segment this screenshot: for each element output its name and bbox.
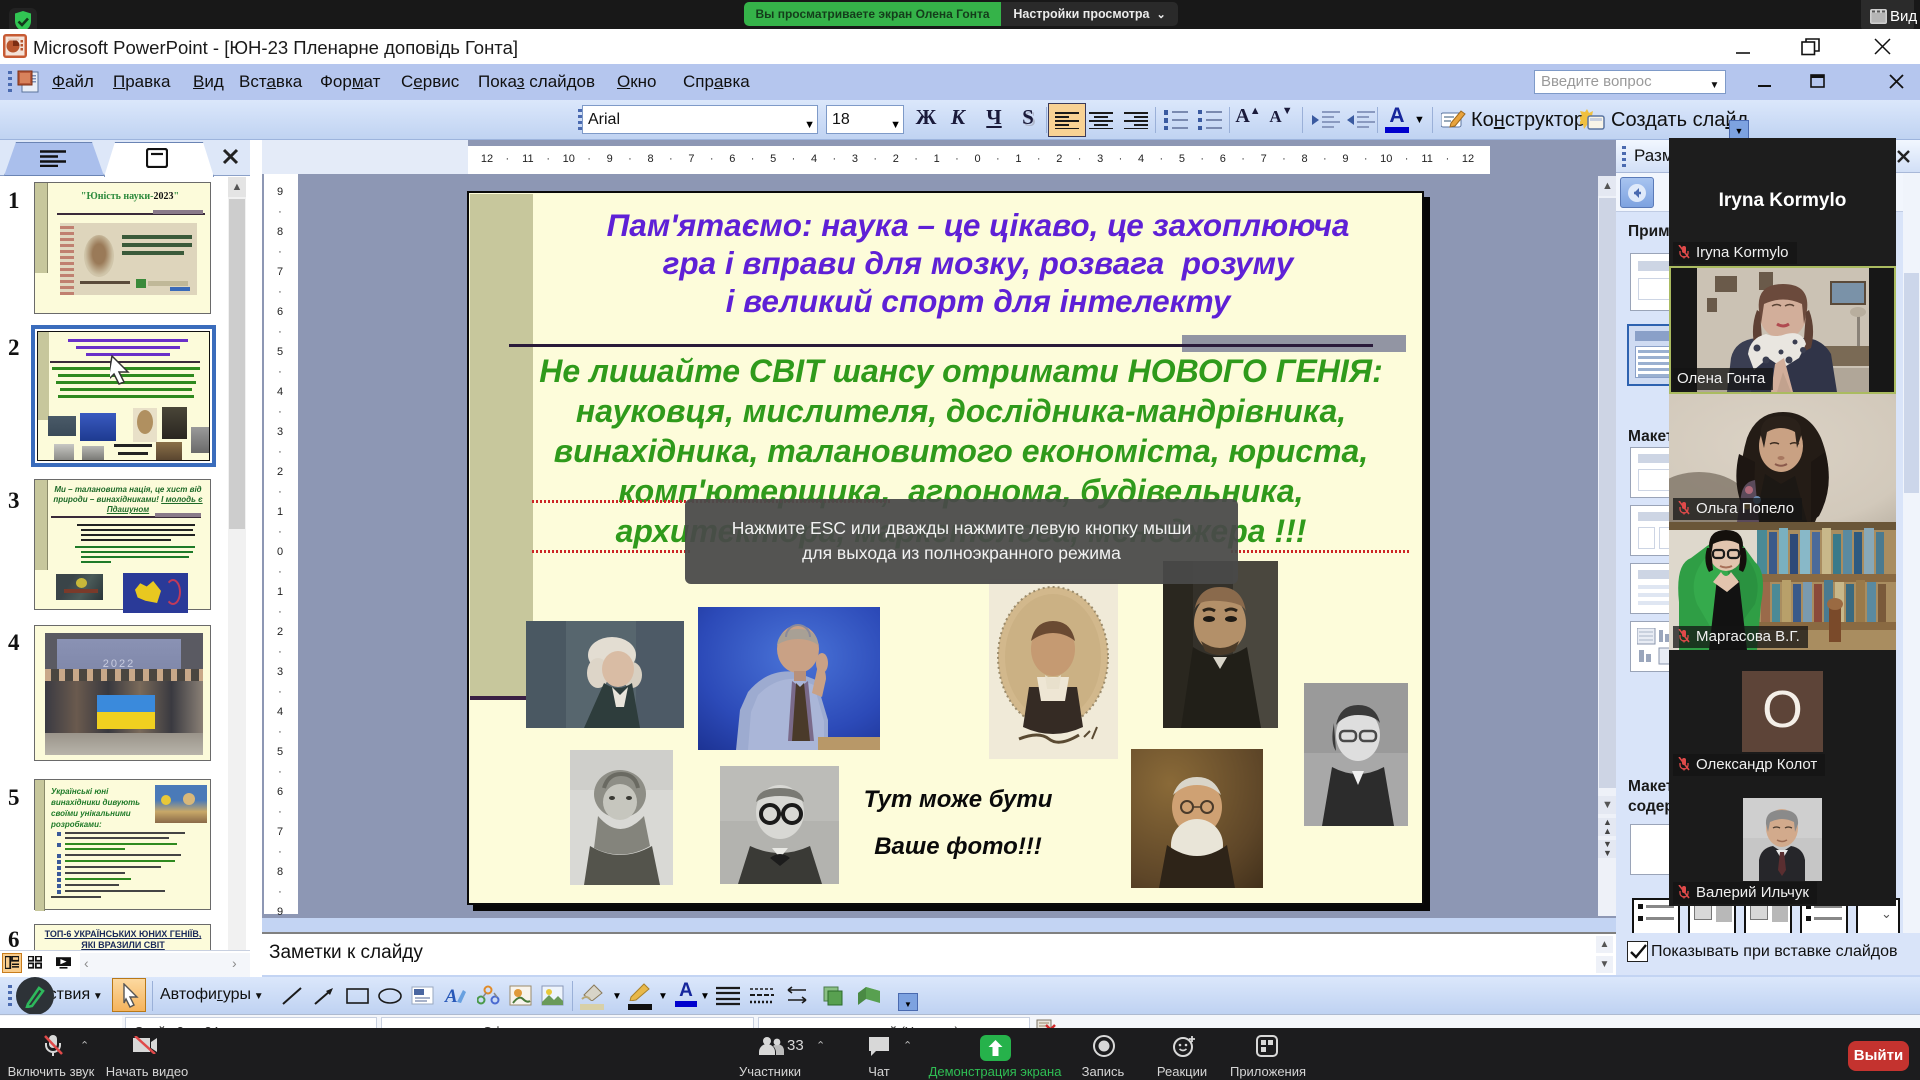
svg-text:A: A: [444, 986, 458, 1006]
